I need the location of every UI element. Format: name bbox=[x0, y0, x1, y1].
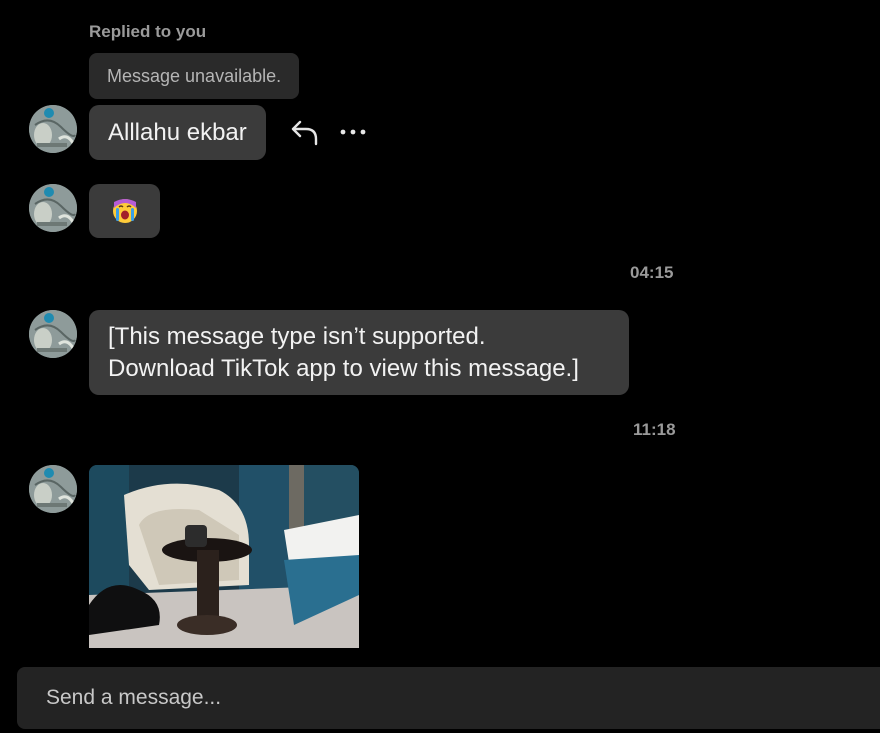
avatar-image bbox=[29, 310, 77, 358]
message-text: Alllahu ekbar bbox=[108, 118, 247, 146]
quoted-message[interactable]: Message unavailable. bbox=[89, 53, 300, 99]
avatar[interactable] bbox=[29, 310, 77, 358]
avatar-image bbox=[29, 184, 77, 232]
avatar[interactable] bbox=[29, 184, 77, 232]
crying-face-icon bbox=[112, 199, 137, 223]
image-message[interactable] bbox=[89, 465, 359, 648]
avatar[interactable] bbox=[29, 105, 77, 153]
reply-arrow-icon[interactable] bbox=[289, 116, 321, 148]
unsupported-message-line: Download TikTok app to view this message… bbox=[108, 355, 579, 382]
more-dots-icon[interactable] bbox=[339, 120, 367, 144]
bedroom-video-thumbnail bbox=[89, 465, 359, 648]
replied-to-you-label: Replied to you bbox=[89, 22, 207, 41]
timestamp: 04:15 bbox=[630, 263, 674, 282]
avatar[interactable] bbox=[29, 465, 77, 513]
timestamp: 11:18 bbox=[633, 420, 676, 439]
avatar-image bbox=[29, 105, 77, 153]
unsupported-message-bubble[interactable]: [This message type isn’t supported. Down… bbox=[89, 310, 629, 395]
message-bubble[interactable]: Alllahu ekbar bbox=[89, 105, 266, 160]
message-composer[interactable] bbox=[17, 667, 880, 729]
avatar-image bbox=[29, 465, 77, 513]
unsupported-message-line: [This message type isn’t supported. bbox=[108, 323, 486, 350]
chat-thread: Replied to you Message unavailable. Alll… bbox=[0, 0, 880, 733]
emoji-message-bubble[interactable] bbox=[89, 184, 160, 238]
message-input[interactable] bbox=[44, 685, 828, 711]
quoted-message-text: Message unavailable. bbox=[107, 65, 282, 86]
